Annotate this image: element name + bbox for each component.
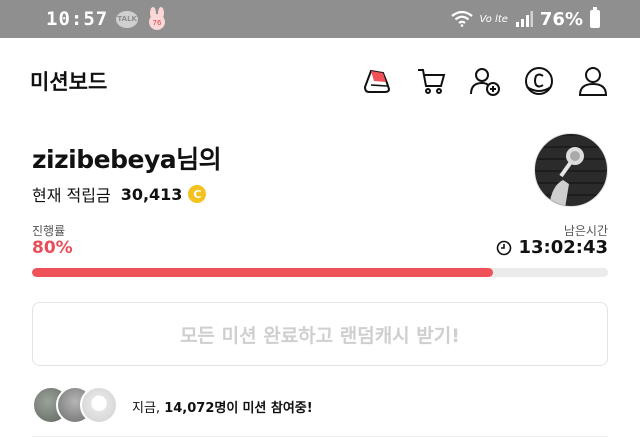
profile-summary: zizibebeya님의 현재 적립금 30,413 C xyxy=(32,140,608,206)
header-icons xyxy=(360,64,610,98)
avatar-photo-icon xyxy=(549,147,584,206)
wifi-icon xyxy=(450,11,473,27)
divider xyxy=(32,436,608,440)
status-bar: 10:57 TALK 76 Vo lte 76% xyxy=(0,0,640,38)
participants-count: 14,072명이 xyxy=(164,400,239,416)
user-profile-icon[interactable] xyxy=(576,64,610,98)
progress-label: 진행률 xyxy=(32,224,66,238)
cart-icon[interactable] xyxy=(414,64,448,98)
clock-icon xyxy=(497,240,512,255)
progress-section: 진행률 80% 남은시간 13:02:43 xyxy=(32,222,608,258)
points-line: 현재 적립금 30,413 C xyxy=(32,182,608,206)
username-heading: zizibebeya님의 xyxy=(32,145,222,174)
signal-icon xyxy=(515,11,533,27)
svg-text:76: 76 xyxy=(153,19,162,27)
avatar[interactable] xyxy=(534,133,608,207)
coin-c-icon[interactable] xyxy=(522,64,556,98)
participants-suffix: 미션 참여중! xyxy=(242,400,313,416)
participants-text: 지금, 14,072명이 미션 참여중! xyxy=(132,397,313,416)
participants-row: 지금, 14,072명이 미션 참여중! xyxy=(32,384,608,428)
battery-percent: 76% xyxy=(539,8,583,30)
random-cash-button[interactable]: 모든 미션 완료하고 랜덤캐시 받기! xyxy=(32,302,608,366)
participant-avatars xyxy=(32,386,128,426)
progress-bar xyxy=(32,268,608,277)
progress-percent: 80% xyxy=(32,238,73,258)
battery-icon xyxy=(590,7,600,28)
participants-prefix: 지금, xyxy=(132,400,161,416)
bunny-notification-icon: 76 xyxy=(149,7,166,30)
app-header: 미션보드 xyxy=(30,58,610,104)
status-left: 10:57 TALK 76 xyxy=(46,7,168,31)
coin-icon: C xyxy=(188,185,207,203)
volte-indicator: Vo lte xyxy=(479,13,508,25)
kakaotalk-icon: TALK xyxy=(116,10,139,28)
status-right: Vo lte 76% xyxy=(450,7,600,30)
status-time: 10:57 xyxy=(46,8,109,30)
remaining-time-value: 13:02:43 xyxy=(518,237,608,258)
points-label: 현재 적립금 xyxy=(32,186,111,205)
add-friend-icon[interactable] xyxy=(468,64,502,98)
mission-shoe-icon[interactable] xyxy=(360,64,394,98)
points-value: 30,413 xyxy=(120,184,183,204)
progress-bar-fill xyxy=(32,268,493,277)
page-title: 미션보드 xyxy=(30,70,108,94)
participant-avatar xyxy=(80,386,118,424)
remaining-time: 13:02:43 xyxy=(496,237,608,258)
